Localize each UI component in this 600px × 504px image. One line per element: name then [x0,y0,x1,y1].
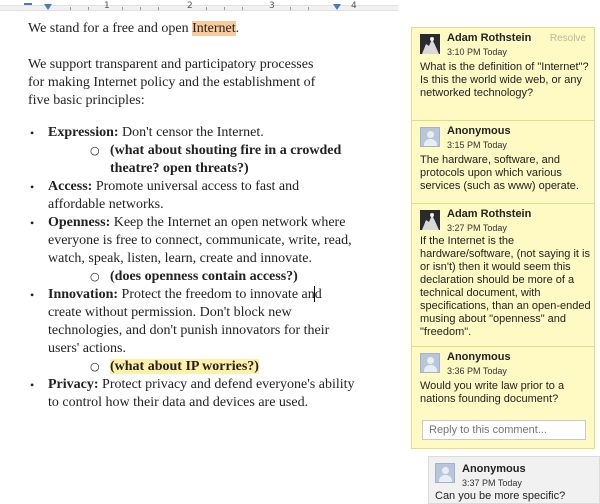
comment-author: Adam Rothstein [447,208,532,220]
ruler: 1 2 3 4 [0,0,600,14]
sub-bullet-icon: ○ [90,360,100,373]
comment: Adam Rothstein 3:27 PM Today If the Inte… [412,204,594,346]
avatar [435,463,455,483]
avatar [420,210,440,230]
ruler-tick [140,7,141,10]
comment: Anonymous 3:36 PM Today Would you write … [412,347,594,411]
sub-item-shouting-fire: ○ (what about shouting fire in a crowded … [28,142,358,178]
ruler-tick [224,7,225,10]
comment: Anonymous 3:15 PM Today The hardware, so… [412,121,594,203]
left-indent-marker[interactable] [44,4,52,10]
comment-text: Can you be more specific? [435,490,566,502]
ruler-tick [290,7,291,10]
avatar [420,127,440,147]
ruler-tick [70,7,71,10]
sub-item-text: (what about shouting fire in a crowded t… [110,143,342,176]
commented-text-ip-worries[interactable]: (what about IP worries?) [110,359,259,374]
comment-author: Anonymous [462,463,526,475]
bullet-icon: • [30,126,35,140]
right-indent-marker[interactable] [333,4,341,10]
avatar-silhouette-icon [420,34,440,54]
comment: Adam Rothstein 3:10 PM Today Resolve Wha… [412,28,594,120]
ruler-number: 4 [351,1,357,11]
list-item-expression: • Expression: Don't censor the Internet. [28,124,358,142]
comment-time: 3:36 PM Today [447,366,507,376]
comment-thread[interactable]: Adam Rothstein 3:10 PM Today Resolve Wha… [411,27,595,449]
sub-bullet-icon: ○ [90,270,100,283]
item-text: Don't censor the Internet. [118,125,264,140]
list-item-innovation: • Innovation: Protect the freedom to inno… [28,286,358,358]
comment-text: Would you write law prior to a nations f… [420,380,565,405]
ruler-number: 1 [104,1,110,11]
avatar [420,353,440,373]
sub-bullet-icon: ○ [90,144,100,157]
item-heading: Openness: [48,215,111,230]
sub-item-ip-worries: ○ (what about IP worries?) [28,358,358,376]
ruler-tick [308,7,309,10]
item-heading: Access: [48,179,93,194]
ruler-tick [158,7,159,10]
bullet-icon: • [30,288,35,302]
principles-list: • Expression: Don't censor the Internet. … [28,124,358,412]
comment-author: Adam Rothstein [447,32,532,44]
ruler-number: 3 [269,1,275,11]
resolve-button[interactable]: Resolve [550,33,586,44]
comment-author: Anonymous [447,351,511,363]
text-run: We stand for a free and open [28,21,193,36]
list-item-privacy: • Privacy: Protect privacy and defend eve… [28,376,358,412]
avatar [420,34,440,54]
paragraph-intro: We stand for a free and open Internet. [28,20,239,38]
comment-thread-2[interactable]: Anonymous 3:37 PM Today Can you be more … [428,456,600,504]
ruler-tick [206,7,207,10]
ruler-number: 2 [187,1,193,11]
comment-time: 3:37 PM Today [462,478,522,488]
paragraph-support: We support transparent and participatory… [28,57,316,108]
sub-item-text: (does openness contain access?) [110,269,298,284]
item-heading: Innovation: [48,287,119,302]
first-line-indent-marker[interactable] [24,3,32,5]
bullet-icon: • [30,378,35,392]
text-run: . [235,21,240,36]
list-item-openness: • Openness: Keep the Internet an open net… [28,214,358,268]
comment-author: Anonymous [447,125,511,137]
comment-text: The hardware, software, and protocols up… [420,154,579,192]
ruler-tick [242,7,243,10]
ruler-tick [88,7,89,10]
item-heading: Expression: [48,125,119,140]
item-heading: Privacy: [48,377,99,392]
reply-input[interactable] [422,420,586,440]
text-cursor [314,286,315,302]
comment-time: 3:27 PM Today [447,223,507,233]
ruler-tick [122,7,123,10]
bullet-icon: • [30,180,35,194]
comment-text: If the Internet is the hardware/software… [420,235,591,338]
comment-text: What is the definition of "Internet"? Is… [420,61,589,99]
sub-item-openness-access: ○ (does openness contain access?) [28,268,358,286]
commented-text-internet[interactable]: Internet [192,21,236,36]
avatar-silhouette-icon [420,210,440,230]
bullet-icon: • [30,216,35,230]
comment-time: 3:10 PM Today [447,47,507,57]
comment-time: 3:15 PM Today [447,140,507,150]
list-item-access: • Access: Promote universal access to fas… [28,178,358,214]
